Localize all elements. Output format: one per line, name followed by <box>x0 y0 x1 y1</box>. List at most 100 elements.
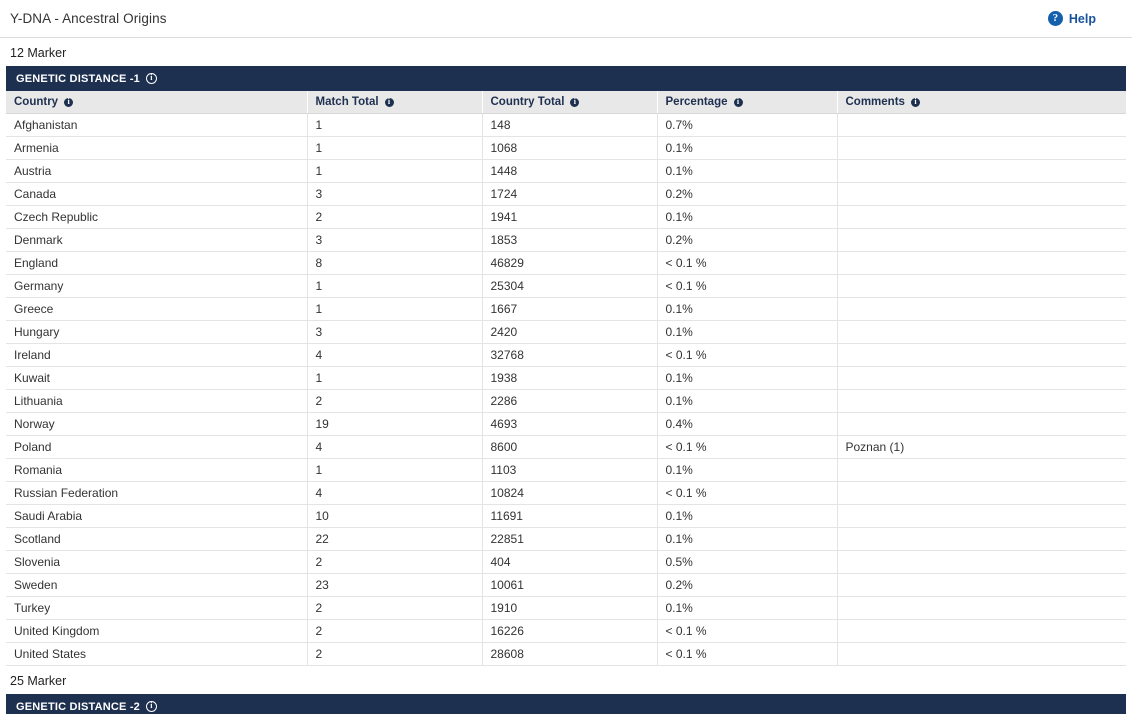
cell-percentage: 0.1% <box>657 320 838 345</box>
table-row: Saudi Arabia 10 11691 0.1% <box>6 504 1126 529</box>
info-icon[interactable]: i <box>569 96 581 108</box>
cell-comments <box>837 619 1126 644</box>
cell-country: Austria <box>6 159 308 184</box>
cell-comments <box>837 481 1126 506</box>
cell-country: Afghanistan <box>6 113 308 138</box>
column-header-match-total[interactable]: Match Total i <box>307 91 483 115</box>
cell-match-total: 3 <box>307 320 483 345</box>
cell-country-total: 1941 <box>482 205 658 230</box>
cell-country-total: 2420 <box>482 320 658 345</box>
genetic-distance-band: GENETIC DISTANCE -1 i <box>6 66 1126 91</box>
cell-comments <box>837 527 1126 552</box>
cell-country: Sweden <box>6 573 308 598</box>
cell-match-total: 3 <box>307 182 483 207</box>
column-header-comments[interactable]: Comments i <box>837 91 1126 115</box>
info-icon[interactable]: i <box>146 73 157 84</box>
cell-country-total: 148 <box>482 113 658 138</box>
cell-country-total: 1667 <box>482 297 658 322</box>
info-icon[interactable]: i <box>63 96 75 108</box>
cell-match-total: 2 <box>307 596 483 621</box>
table-row: Kuwait 1 1938 0.1% <box>6 366 1126 391</box>
cell-match-total: 3 <box>307 228 483 253</box>
cell-match-total: 2 <box>307 205 483 230</box>
cell-match-total: 23 <box>307 573 483 598</box>
info-icon[interactable]: i <box>146 701 157 713</box>
cell-country-total: 32768 <box>482 343 658 368</box>
help-button[interactable]: ? Help <box>1047 11 1124 26</box>
cell-comments <box>837 182 1126 207</box>
table-row: United Kingdom 2 16226 < 0.1 % <box>6 619 1126 644</box>
table-row: Ireland 4 32768 < 0.1 % <box>6 343 1126 368</box>
cell-country: Saudi Arabia <box>6 504 308 529</box>
cell-percentage: < 0.1 % <box>657 481 838 506</box>
cell-match-total: 1 <box>307 159 483 184</box>
info-icon[interactable]: i <box>732 96 744 108</box>
cell-percentage: 0.7% <box>657 113 838 138</box>
cell-country: Scotland <box>6 527 308 552</box>
genetic-distance-label: GENETIC DISTANCE -1 <box>16 72 140 85</box>
info-icon[interactable]: i <box>383 96 395 108</box>
table-row: Canada 3 1724 0.2% <box>6 182 1126 207</box>
cell-comments <box>837 274 1126 299</box>
cell-comments <box>837 550 1126 575</box>
cell-match-total: 22 <box>307 527 483 552</box>
cell-comments <box>837 297 1126 322</box>
cell-percentage: < 0.1 % <box>657 619 838 644</box>
cell-percentage: 0.2% <box>657 228 838 253</box>
cell-country: United Kingdom <box>6 619 308 644</box>
table-row: Denmark 3 1853 0.2% <box>6 228 1126 253</box>
cell-match-total: 2 <box>307 389 483 414</box>
cell-percentage: < 0.1 % <box>657 435 838 460</box>
table-row: Sweden 23 10061 0.2% <box>6 573 1126 598</box>
table-row: Russian Federation 4 10824 < 0.1 % <box>6 481 1126 506</box>
page-title: Y-DNA - Ancestral Origins <box>10 11 167 26</box>
cell-percentage: 0.1% <box>657 389 838 414</box>
cell-percentage: 0.1% <box>657 297 838 322</box>
cell-match-total: 1 <box>307 458 483 483</box>
cell-comments <box>837 136 1126 161</box>
cell-match-total: 10 <box>307 504 483 529</box>
info-icon[interactable]: i <box>909 96 921 108</box>
cell-country: Germany <box>6 274 308 299</box>
genetic-distance-band: GENETIC DISTANCE -2 i <box>6 694 1126 714</box>
cell-country-total: 1724 <box>482 182 658 207</box>
cell-country: Greece <box>6 297 308 322</box>
cell-country-total: 16226 <box>482 619 658 644</box>
table-row: Austria 1 1448 0.1% <box>6 159 1126 184</box>
cell-comments <box>837 113 1126 138</box>
cell-percentage: < 0.1 % <box>657 642 838 667</box>
cell-percentage: 0.4% <box>657 412 838 437</box>
cell-comments <box>837 573 1126 598</box>
cell-comments <box>837 366 1126 391</box>
cell-match-total: 19 <box>307 412 483 437</box>
page-header: Y-DNA - Ancestral Origins ? Help <box>0 0 1132 38</box>
table-row: Scotland 22 22851 0.1% <box>6 527 1126 552</box>
cell-comments <box>837 596 1126 621</box>
column-header-country[interactable]: Country i <box>6 91 308 115</box>
cell-percentage: 0.5% <box>657 550 838 575</box>
table-header-row: Country i Match Total i Country Total i Percen… <box>6 91 1126 115</box>
table-row: England 8 46829 < 0.1 % <box>6 251 1126 276</box>
column-header-country-total[interactable]: Country Total i <box>482 91 658 115</box>
cell-comments: Poznan (1) <box>837 435 1126 460</box>
column-header-percentage[interactable]: Percentage i <box>657 91 838 115</box>
question-circle-icon: ? <box>1047 11 1063 26</box>
cell-comments <box>837 504 1126 529</box>
cell-country: Norway <box>6 412 308 437</box>
cell-country: Hungary <box>6 320 308 345</box>
cell-percentage: 0.1% <box>657 527 838 552</box>
cell-country: Denmark <box>6 228 308 253</box>
cell-country-total: 8600 <box>482 435 658 460</box>
cell-country-total: 25304 <box>482 274 658 299</box>
table-row: United States 2 28608 < 0.1 % <box>6 642 1126 667</box>
cell-country-total: 10824 <box>482 481 658 506</box>
table-row: Hungary 3 2420 0.1% <box>6 320 1126 345</box>
cell-country-total: 2286 <box>482 389 658 414</box>
cell-percentage: 0.1% <box>657 596 838 621</box>
cell-percentage: 0.2% <box>657 573 838 598</box>
table-row: Turkey 2 1910 0.1% <box>6 596 1126 621</box>
cell-match-total: 1 <box>307 136 483 161</box>
cell-comments <box>837 205 1126 230</box>
table-row: Armenia 1 1068 0.1% <box>6 136 1126 161</box>
cell-country: Canada <box>6 182 308 207</box>
